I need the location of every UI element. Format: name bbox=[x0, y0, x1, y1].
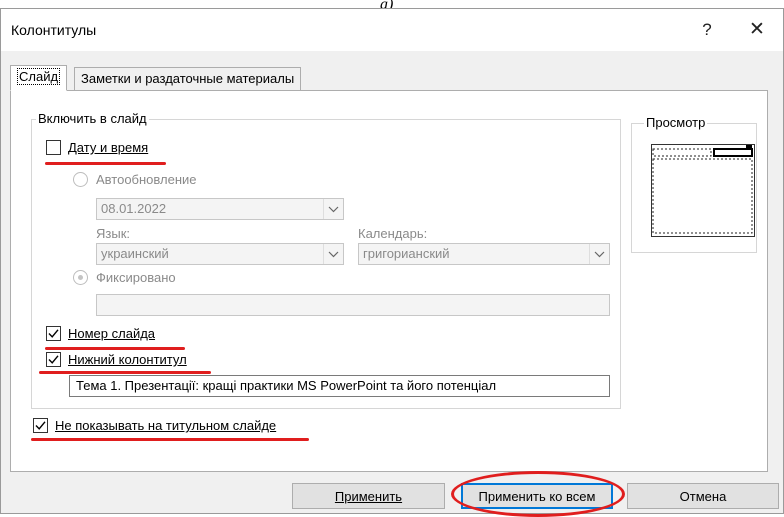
header-footer-dialog: Колонтитулы ? ✕ Слайд Заметки и раздаточ… bbox=[0, 8, 784, 517]
cancel-button[interactable]: Отмена bbox=[627, 483, 779, 509]
tab-notes-handouts[interactable]: Заметки и раздаточные материалы bbox=[74, 67, 302, 91]
fixed-radio[interactable] bbox=[73, 270, 88, 285]
footer-label: Нижний колонтитул bbox=[68, 352, 187, 367]
chevron-down-icon[interactable] bbox=[323, 244, 343, 264]
preview-legend: Просмотр bbox=[644, 115, 708, 130]
date-time-option[interactable]: Дату и время bbox=[46, 140, 148, 155]
tab-notes-handouts-label: Заметки и раздаточные материалы bbox=[81, 71, 295, 86]
apply-button[interactable]: Применить bbox=[292, 483, 445, 509]
dont-show-on-title-checkbox[interactable] bbox=[33, 418, 48, 433]
annotation-underline bbox=[45, 347, 185, 350]
help-button[interactable]: ? bbox=[693, 17, 721, 43]
auto-update-label: Автообновление bbox=[96, 172, 197, 187]
calendar-value: григорианский bbox=[363, 246, 450, 261]
slide-number-label: Номер слайда bbox=[68, 326, 156, 341]
slide-number-option[interactable]: Номер слайда bbox=[46, 326, 155, 341]
apply-button-label: Применить bbox=[334, 488, 403, 504]
fixed-date-field[interactable] bbox=[96, 294, 610, 316]
annotation-underline bbox=[31, 438, 309, 441]
check-icon bbox=[35, 421, 46, 430]
preview-layout-icon bbox=[652, 145, 753, 234]
calendar-select[interactable]: григорианский bbox=[358, 243, 610, 265]
cancel-button-label: Отмена bbox=[679, 488, 727, 504]
annotation-ellipse bbox=[451, 471, 625, 517]
slide-number-checkbox[interactable] bbox=[46, 326, 61, 341]
language-label: Язык: bbox=[96, 226, 130, 241]
preview-thumbnail bbox=[651, 144, 755, 237]
footer-checkbox[interactable] bbox=[46, 352, 61, 367]
date-time-checkbox[interactable] bbox=[46, 140, 61, 155]
close-button[interactable]: ✕ bbox=[743, 17, 771, 43]
chevron-down-icon[interactable] bbox=[589, 244, 609, 264]
fixed-option[interactable]: Фиксировано bbox=[73, 270, 176, 285]
language-select[interactable]: украинский bbox=[96, 243, 344, 265]
auto-update-radio[interactable] bbox=[73, 172, 88, 187]
include-group-legend: Включить в слайд bbox=[36, 111, 149, 126]
tab-slide[interactable]: Слайд bbox=[10, 65, 68, 91]
date-time-label: Дату и время bbox=[68, 140, 149, 155]
dialog-title: Колонтитулы bbox=[11, 22, 97, 38]
dont-show-on-title-option[interactable]: Не показывать на титульном слайде bbox=[33, 418, 276, 433]
auto-update-option[interactable]: Автообновление bbox=[73, 172, 197, 187]
annotation-underline bbox=[39, 371, 211, 374]
footer-option[interactable]: Нижний колонтитул bbox=[46, 352, 187, 367]
check-icon bbox=[48, 355, 59, 364]
dont-show-on-title-label: Не показывать на титульном слайде bbox=[55, 418, 277, 433]
fixed-label: Фиксировано bbox=[96, 270, 176, 285]
footer-text-input[interactable]: Тема 1. Презентації: кращі практики MS P… bbox=[69, 375, 610, 397]
language-value: украинский bbox=[101, 246, 169, 261]
annotation-underline bbox=[45, 162, 166, 165]
tab-slide-label: Слайд bbox=[17, 68, 61, 85]
date-format-select[interactable]: 08.01.2022 bbox=[96, 198, 344, 220]
calendar-label: Календарь: bbox=[358, 226, 428, 241]
check-icon bbox=[48, 329, 59, 338]
title-bar: Колонтитулы ? ✕ bbox=[1, 9, 783, 51]
date-format-value: 08.01.2022 bbox=[101, 201, 167, 216]
chevron-down-icon[interactable] bbox=[323, 199, 343, 219]
